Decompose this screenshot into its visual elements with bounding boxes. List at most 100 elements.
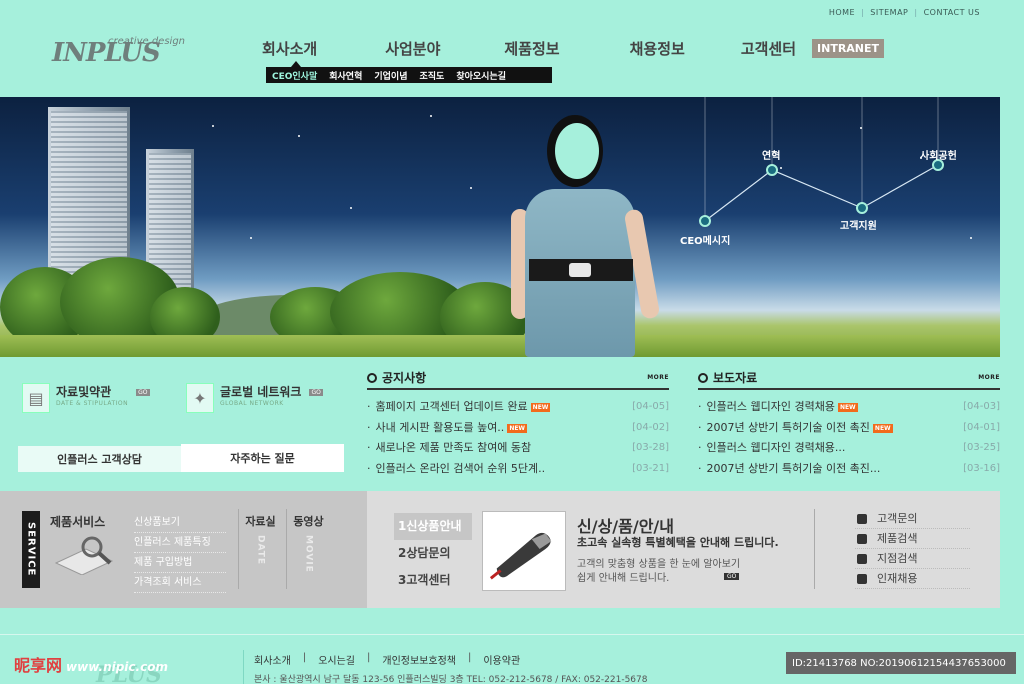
archive-vertical-label: DATE — [255, 535, 266, 566]
list-item[interactable]: 새로나온 제품 만족도 참여에 동참 [03-28] — [367, 438, 670, 459]
separator: | — [861, 8, 865, 17]
plus-icon — [857, 573, 867, 584]
service-tag: SERVICE — [22, 511, 40, 588]
notice-title: 공지사항 — [367, 369, 426, 386]
customer-links: 고객문의 제품검색 지점검색 인재채용 — [814, 509, 970, 589]
link-customer-inquiry[interactable]: 고객문의 — [855, 509, 970, 529]
product-image — [482, 511, 566, 591]
node-customer-support[interactable] — [856, 202, 868, 214]
tab-consult[interactable]: 2상담문의 — [394, 540, 472, 567]
link-label: 지점검색 — [877, 552, 918, 565]
list-item[interactable]: 인플러스 웹디자인 경력채용NEW [04-03] — [698, 397, 1001, 418]
subnav-organization[interactable]: 조직도 — [414, 69, 451, 82]
separator: | — [367, 652, 371, 663]
tab-faq[interactable]: 자주하는 질문 — [181, 444, 344, 472]
subnav-directions[interactable]: 찾아오시는길 — [450, 69, 512, 82]
press-date: [03-16] — [963, 462, 1000, 474]
footer-link-terms[interactable]: 이용약관 — [483, 652, 520, 667]
node-label-ceo-message[interactable]: CEO메시지 — [680, 232, 730, 247]
quick-item-title: 자료및약관 — [56, 385, 112, 399]
subnav-philosophy[interactable]: 기업이념 — [368, 69, 413, 82]
notice-board: 공지사항 MORE 홈페이지 고객센터 업데이트 완료NEW[04-05] 사내… — [367, 369, 669, 479]
quick-item-subtitle: DATE & STIPULATION — [56, 400, 129, 407]
nav-customer-center[interactable]: 고객센터 — [741, 38, 796, 59]
main-banner: CEO메시지 연혁 고객지원 사회공헌 — [0, 97, 1000, 357]
list-item[interactable]: 인플러스 온라인 검색어 순위 5단계.. [03-21] — [367, 459, 670, 480]
service-link-features[interactable]: 인플러스 제품특징 — [134, 533, 226, 553]
press-text: 인플러스 웹디자인 경력채용... — [706, 441, 846, 454]
service-title: 제품서비스 — [50, 515, 106, 529]
sitemap-link[interactable]: SITEMAP — [870, 8, 908, 17]
exclamation-icon — [857, 513, 867, 524]
notice-date: [04-05] — [632, 401, 669, 412]
home-link[interactable]: HOME — [829, 8, 855, 17]
contact-us-link[interactable]: CONTACT US — [924, 8, 980, 17]
link-branch-search[interactable]: 지점검색 — [855, 549, 970, 569]
list-item[interactable]: 2007년 상반기 특허기술 이전 촉진NEW [04-01] — [698, 418, 1001, 439]
footer-link-company[interactable]: 회사소개 — [254, 652, 291, 667]
product-go-button[interactable]: GO — [724, 573, 740, 580]
quick-item-documents[interactable]: ▤ 자료및약관 DATE & STIPULATION GO — [22, 383, 150, 413]
footer-vertical-divider — [243, 650, 244, 684]
video-column[interactable]: 동영상 MOVIE — [286, 509, 330, 589]
link-label: 제품검색 — [877, 532, 918, 545]
tab-new-product[interactable]: 1신상품안내 — [394, 513, 472, 540]
list-item[interactable]: 사내 게시판 활용도를 높여..NEW [04-02] — [367, 418, 670, 439]
service-link-price-check[interactable]: 가격조회 서비스 — [134, 573, 226, 593]
link-recruit[interactable]: 인재채용 — [855, 569, 970, 589]
product-description: 고객의 맞춤형 상품을 한 눈에 알아보기 쉽게 안내해 드립니다. — [577, 559, 741, 584]
footer-address: 본사 : 울산광역시 남구 달동 123-56 인플러스빌딩 3층 TEL: 0… — [254, 675, 648, 684]
node-label-customer-support[interactable]: 고객지원 — [840, 217, 877, 232]
new-badge: NEW — [530, 403, 551, 412]
subnav-ceo-greeting[interactable]: CEO인사말 — [266, 69, 323, 82]
service-link-how-to-buy[interactable]: 제품 구입방법 — [134, 553, 226, 573]
go-button[interactable]: GO — [309, 389, 323, 396]
subnav-history[interactable]: 회사연혁 — [323, 69, 368, 82]
node-label-social-contribution[interactable]: 사회공헌 — [920, 147, 957, 162]
nav-recruit[interactable]: 채용정보 — [630, 38, 685, 59]
watermark-id: ID:21413768 NO:20190612154437653000 — [786, 652, 1016, 674]
footer-link-privacy[interactable]: 개인정보보호정책 — [382, 652, 456, 667]
list-item[interactable]: 2007년 상반기 특허기술 이전 촉진... [03-16] — [698, 459, 1001, 480]
tab-customer-center[interactable]: 3고객센터 — [394, 567, 472, 594]
press-more-link[interactable]: MORE — [978, 374, 1000, 381]
magnifier-icon — [54, 536, 114, 575]
footer-link-directions[interactable]: 오시는길 — [318, 652, 355, 667]
nav-products[interactable]: 제품정보 — [504, 38, 559, 59]
watermark-brand: 昵享网 — [14, 656, 63, 675]
press-text: 2007년 상반기 특허기술 이전 촉진 — [706, 420, 870, 434]
press-date: [04-03] — [963, 401, 1000, 412]
quick-item-title: 글로벌 네트워크 — [220, 385, 302, 399]
notice-date: [04-02] — [632, 421, 669, 433]
press-title: 보도자료 — [698, 369, 757, 386]
go-button[interactable]: GO — [136, 389, 150, 396]
tab-customer-consult[interactable]: 인플러스 고객상담 — [18, 444, 181, 472]
site-logo[interactable]: INPLUS creative design — [52, 30, 192, 72]
question-icon — [857, 533, 867, 544]
link-label: 인재채용 — [877, 572, 918, 585]
intranet-button[interactable]: INTRANET — [812, 39, 885, 58]
nav-company[interactable]: 회사소개 — [262, 38, 317, 59]
link-product-search[interactable]: 제품검색 — [855, 529, 970, 549]
footer-nav: 회사소개 | 오시는길 | 개인정보보호정책 | 이용약관 — [254, 652, 520, 667]
nav-business[interactable]: 사업분야 — [385, 38, 440, 59]
link-label: 고객문의 — [877, 512, 918, 525]
node-ceo-message[interactable] — [699, 215, 711, 227]
press-text: 2007년 상반기 특허기술 이전 촉진... — [706, 461, 881, 475]
notice-more-link[interactable]: MORE — [647, 374, 669, 381]
service-link-new-products[interactable]: 신상품보기 — [134, 513, 226, 533]
node-label-history[interactable]: 연혁 — [762, 147, 780, 162]
list-item[interactable]: 홈페이지 고객센터 업데이트 완료NEW [04-05] — [367, 397, 670, 418]
press-date: [04-01] — [963, 421, 1000, 433]
logo-tagline: creative design — [108, 36, 186, 47]
node-history[interactable] — [766, 164, 778, 176]
notice-text: 인플러스 온라인 검색어 순위 5단계.. — [375, 461, 546, 475]
archive-column[interactable]: 자료실 DATE — [238, 509, 282, 589]
list-item[interactable]: 인플러스 웹디자인 경력채용... [03-25] — [698, 438, 1001, 459]
quick-item-global-network[interactable]: ✦ 글로벌 네트워크 GLOBAL NETWORK GO — [186, 383, 323, 413]
watermark-logo: 昵享网 www.nipic.com — [14, 652, 168, 676]
separator: | — [467, 652, 472, 663]
home-icon — [857, 553, 867, 564]
video-heading: 동영상 — [293, 515, 324, 528]
archive-heading: 자료실 — [245, 515, 276, 528]
